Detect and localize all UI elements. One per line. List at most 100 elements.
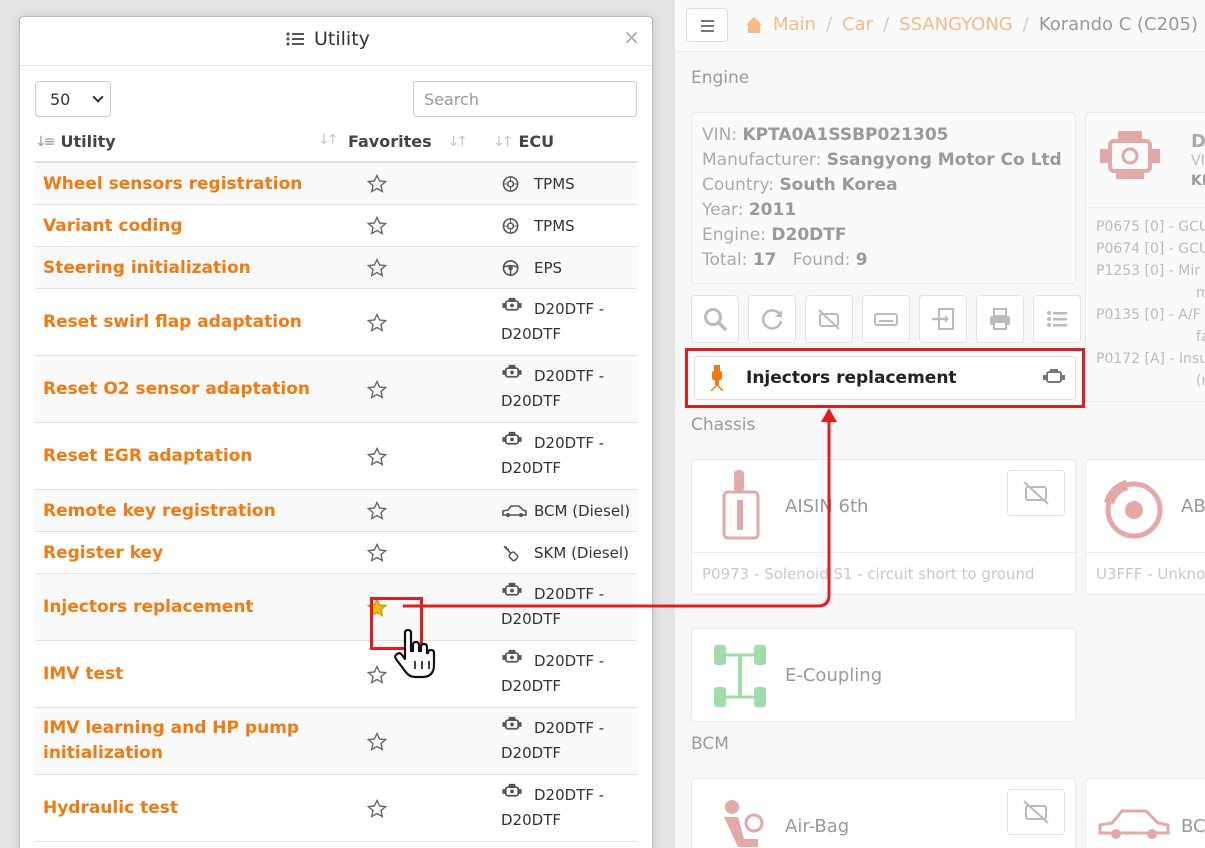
export-icon bbox=[932, 308, 954, 330]
column-ecu[interactable]: ↓↑ ECU bbox=[493, 132, 554, 151]
utility-table-body: Wheel sensors registration TPMS Variant co… bbox=[35, 163, 637, 842]
home-icon[interactable] bbox=[745, 16, 763, 33]
star-outline-icon[interactable] bbox=[367, 174, 387, 194]
injector-icon bbox=[710, 365, 724, 391]
ecu-label: D20DTF - D20DTF bbox=[501, 367, 605, 410]
sort-icon: ↓≡ bbox=[35, 133, 56, 150]
page-size-select[interactable]: 50 bbox=[35, 81, 111, 117]
breadcrumb-car[interactable]: Car bbox=[842, 14, 873, 35]
favorite-utility-label: Injectors replacement bbox=[746, 368, 957, 388]
total-value: 17 bbox=[752, 250, 777, 270]
list-icon bbox=[286, 32, 304, 46]
tire-icon bbox=[502, 176, 519, 192]
car-body-icon bbox=[502, 505, 527, 517]
utility-name-link[interactable]: Steering initialization bbox=[43, 256, 251, 281]
list-icon bbox=[1047, 311, 1067, 327]
refresh-button[interactable] bbox=[748, 295, 796, 343]
star-outline-icon[interactable] bbox=[367, 216, 387, 236]
utility-name-link[interactable]: Reset O2 sensor adaptation bbox=[43, 377, 310, 402]
list-button[interactable] bbox=[1033, 295, 1081, 343]
table-row[interactable]: Reset swirl flap adaptation D20DTF - D20DT… bbox=[35, 289, 637, 356]
star-outline-icon[interactable] bbox=[367, 798, 387, 819]
drivetrain-icon bbox=[714, 645, 766, 707]
utility-name-link[interactable]: Hydraulic test bbox=[43, 796, 178, 821]
table-row[interactable]: Steering initialization EPS bbox=[35, 247, 637, 289]
close-icon[interactable]: × bbox=[623, 25, 640, 49]
ecu-card-aisin[interactable]: AISIN 6th P0973 - Solenoid S1 - circuit … bbox=[691, 459, 1077, 595]
utility-name-link[interactable]: Reset swirl flap adaptation bbox=[43, 310, 302, 335]
engine-ecu-card[interactable]: D2 VIN KPT P0675 [0] - GCU P0674 [0] - G… bbox=[1085, 112, 1205, 402]
table-row[interactable]: Hydraulic test D20DTF - D20DTF bbox=[35, 775, 637, 842]
ecu-card-bcm[interactable]: BCI bbox=[1085, 778, 1205, 848]
table-row[interactable]: Register key SKM (Diesel) bbox=[35, 532, 637, 574]
tire-icon bbox=[502, 218, 519, 234]
menu-button[interactable] bbox=[686, 8, 728, 42]
star-outline-icon[interactable] bbox=[367, 379, 387, 400]
vehicle-info-card: VIN: KPTA0A1SSBP021305 Manufacturer: Ssa… bbox=[691, 112, 1076, 284]
column-favorites-sort[interactable]: ↓↑ bbox=[318, 132, 339, 148]
utility-name-link[interactable]: IMV test bbox=[43, 662, 123, 687]
search-input[interactable] bbox=[413, 81, 637, 117]
breadcrumb-main[interactable]: Main bbox=[773, 14, 816, 35]
engine-off-button[interactable] bbox=[1007, 470, 1065, 516]
star-outline-icon[interactable] bbox=[367, 664, 387, 685]
utility-name-link[interactable]: IMV learning and HP pump initialization bbox=[43, 716, 299, 766]
table-row[interactable]: Variant coding TPMS bbox=[35, 205, 637, 247]
utility-name-link[interactable]: Reset EGR adaptation bbox=[43, 444, 253, 469]
favorite-utility-shortcut[interactable]: Injectors replacement bbox=[694, 356, 1076, 400]
country-value: South Korea bbox=[779, 175, 898, 195]
engine-icon bbox=[1100, 131, 1160, 179]
dtc-code: P0973 bbox=[702, 565, 750, 583]
table-row[interactable]: IMV learning and HP pump initialization D2… bbox=[35, 708, 637, 775]
table-row[interactable]: Reset EGR adaptation D20DTF - D20DTF bbox=[35, 423, 637, 490]
modal-header: Utility × bbox=[20, 17, 652, 66]
ecu-label: D20DTF - D20DTF bbox=[501, 434, 605, 477]
column-favorites[interactable]: Favorites ↓↑ bbox=[348, 132, 468, 151]
print-button[interactable] bbox=[976, 295, 1024, 343]
star-outline-icon[interactable] bbox=[367, 501, 387, 521]
engine-off-button[interactable] bbox=[1007, 789, 1065, 835]
keyboard-button[interactable] bbox=[862, 295, 910, 343]
export-button[interactable] bbox=[919, 295, 967, 343]
table-row[interactable]: IMV test D20DTF - D20DTF bbox=[35, 641, 637, 708]
star-outline-icon[interactable] bbox=[367, 543, 387, 563]
ecu-label: EPS bbox=[534, 258, 563, 277]
favorite-highlight-box: Injectors replacement bbox=[685, 348, 1085, 408]
ecu-card-airbag[interactable]: Air-Bag bbox=[691, 778, 1076, 848]
table-row[interactable]: Wheel sensors registration TPMS bbox=[35, 163, 637, 205]
top-bar: Main / Car / SSANGYONG / Korando C (C205… bbox=[675, 0, 1205, 52]
star-outline-icon[interactable] bbox=[367, 258, 387, 278]
ecu-label: BCM (Diesel) bbox=[534, 501, 631, 520]
search-icon bbox=[704, 308, 727, 331]
brake-disc-icon bbox=[1104, 480, 1163, 539]
keyboard-icon bbox=[874, 313, 898, 326]
ecu-card-e-coupling[interactable]: E-Coupling bbox=[691, 628, 1076, 722]
star-outline-icon[interactable] bbox=[367, 446, 387, 467]
table-row[interactable]: Injectors replacement D20DTF - D20DTF bbox=[35, 574, 637, 641]
ecu-label: D20DTF - D20DTF bbox=[501, 719, 605, 762]
table-row[interactable]: Remote key registration BCM (Diesel) bbox=[35, 490, 637, 532]
utility-name-link[interactable]: Register key bbox=[43, 541, 163, 566]
manufacturer-value: Ssangyong Motor Co Ltd bbox=[826, 150, 1062, 170]
table-row[interactable]: Reset O2 sensor adaptation D20DTF - D20DTF bbox=[35, 356, 637, 423]
section-chassis-label: Chassis bbox=[691, 415, 756, 435]
breadcrumb-current: Korando C (C205) bbox=[1038, 14, 1199, 35]
breadcrumb: Main / Car / SSANGYONG / Korando C (C205… bbox=[745, 14, 1198, 35]
dtc-code: P0172 [A] - Insu bbox=[1096, 351, 1205, 367]
clear-codes-button[interactable] bbox=[805, 295, 853, 343]
car-body-icon bbox=[1098, 809, 1170, 839]
search-button[interactable] bbox=[691, 295, 739, 343]
ecu-label: D20DTF - D20DTF bbox=[501, 585, 605, 628]
star-outline-icon[interactable] bbox=[367, 312, 387, 333]
engine-value: D20DTF bbox=[771, 225, 847, 245]
utility-name-link[interactable]: Remote key registration bbox=[43, 499, 276, 524]
breadcrumb-make[interactable]: SSANGYONG bbox=[899, 14, 1013, 35]
dtc-code-cont: fau bbox=[1196, 329, 1205, 345]
star-outline-icon[interactable] bbox=[367, 731, 387, 752]
utility-name-link[interactable]: Injectors replacement bbox=[43, 595, 254, 620]
utility-name-link[interactable]: Wheel sensors registration bbox=[43, 172, 302, 197]
utility-name-link[interactable]: Variant coding bbox=[43, 214, 183, 239]
ecu-card-abs[interactable]: ABS U3FFF - Unkno bbox=[1085, 459, 1205, 595]
column-utility[interactable]: ↓≡ Utility bbox=[35, 132, 116, 151]
vin-value: KPTA0A1SSBP021305 bbox=[742, 125, 949, 145]
